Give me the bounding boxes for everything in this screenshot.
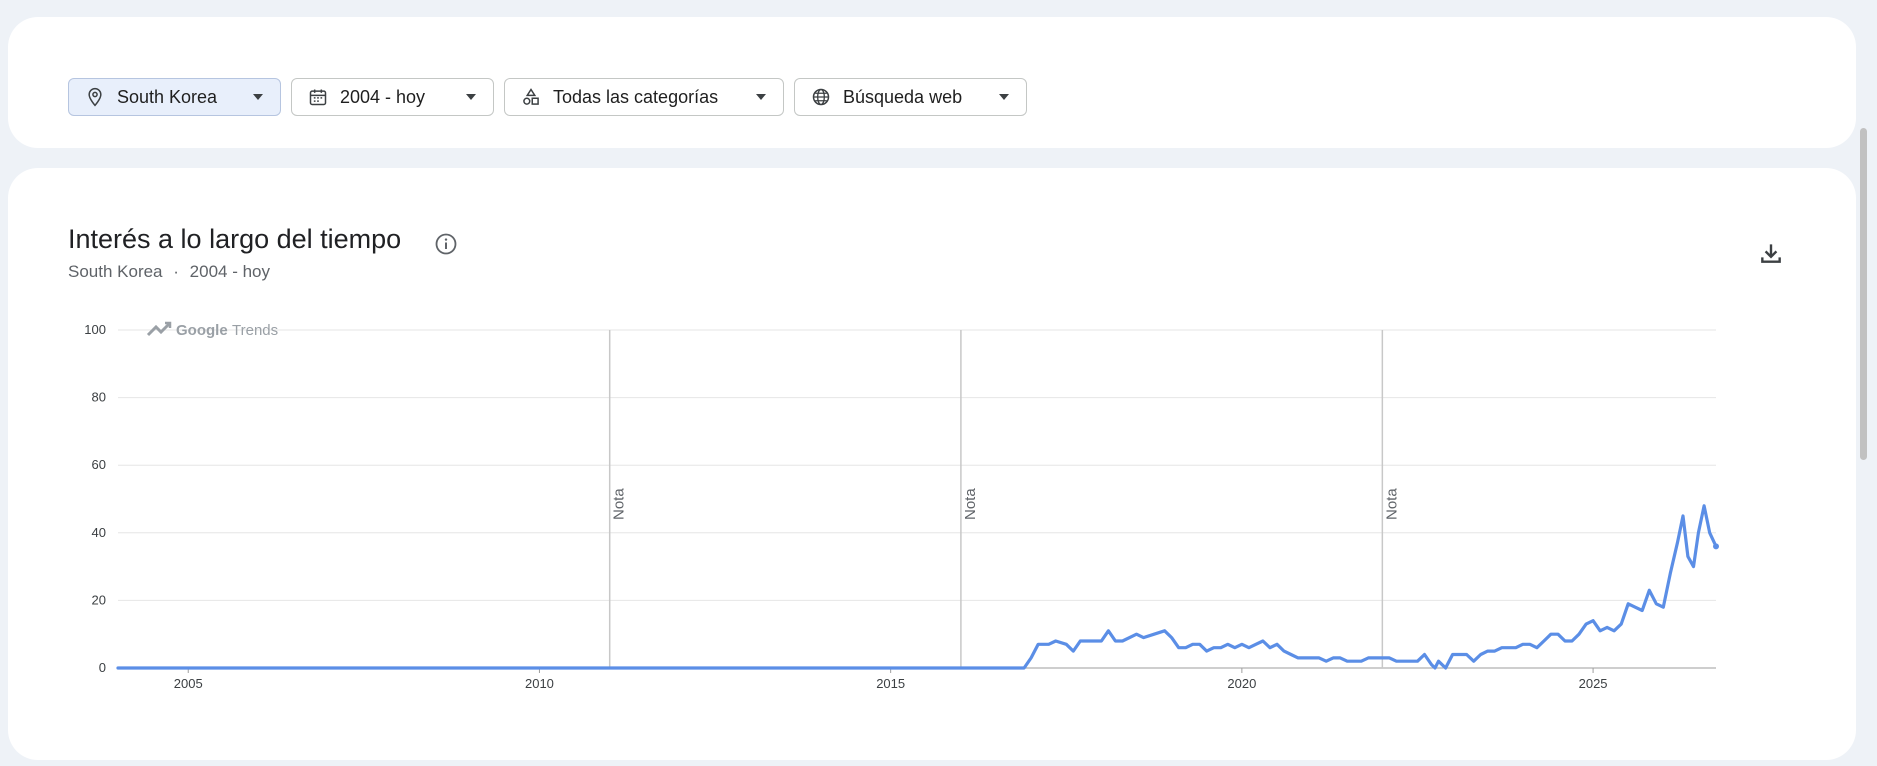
y-tick-label: 60 [92,457,106,472]
x-tick-label: 2025 [1579,676,1608,691]
note-label[interactable]: Nota [611,488,628,520]
y-tick-label: 20 [92,592,106,607]
y-tick-label: 40 [92,525,106,540]
note-label[interactable]: Nota [962,488,979,520]
x-tick-label: 2010 [525,676,554,691]
trend-chart: Nota Nota Nota Google Trends 0 20 40 60 80 100 2… [84,321,1719,691]
x-tick-label: 2015 [876,676,905,691]
x-tick-label: 2020 [1227,676,1256,691]
y-tick-label: 80 [92,390,106,405]
y-tick-label: 100 [84,322,106,337]
scrollbar[interactable] [1860,128,1867,460]
x-tick-label: 2005 [174,676,203,691]
series-line-0[interactable] [116,504,1718,670]
watermark-google: Google [176,322,228,339]
y-tick-label: 0 [99,660,106,675]
note-label[interactable]: Nota [1383,488,1400,520]
series-end-point[interactable] [1713,543,1719,550]
watermark-trends: Trends [232,322,278,339]
